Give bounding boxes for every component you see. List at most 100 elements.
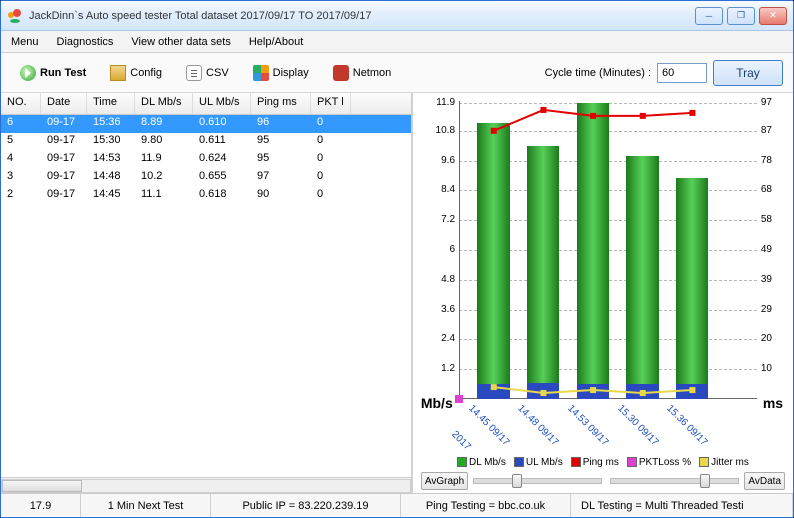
app-window: JackDinn`s Auto speed tester Total datas…	[0, 0, 794, 518]
menu-diagnostics[interactable]: Diagnostics	[57, 36, 114, 48]
cell-ping: 96	[251, 115, 311, 133]
cell-pkt: 0	[311, 133, 351, 151]
table-row[interactable]: 509-1715:309.800.611950	[1, 133, 411, 151]
col-time[interactable]: Time	[87, 93, 135, 114]
toolbar: Run Test Config CSV Display Netmon Cycle…	[1, 53, 793, 93]
avgraph-button[interactable]: AvGraph	[421, 472, 468, 490]
cell-date: 09-17	[41, 187, 87, 205]
legend-dl: DL Mb/s	[457, 457, 506, 468]
col-ul[interactable]: UL Mb/s	[193, 93, 251, 114]
slider-right-thumb[interactable]	[700, 474, 710, 488]
table-header: NO. Date Time DL Mb/s UL Mb/s Ping ms PK…	[1, 93, 411, 115]
bar-ul	[577, 384, 609, 399]
bar-dl	[477, 123, 509, 399]
cycle-time-input[interactable]	[657, 63, 707, 83]
minimize-button[interactable]: ─	[695, 7, 723, 25]
cell-ping: 97	[251, 169, 311, 187]
statusbar: 17.9 1 Min Next Test Public IP = 83.220.…	[1, 493, 793, 517]
slider-left[interactable]	[473, 478, 602, 484]
col-no[interactable]: NO.	[1, 93, 41, 114]
csv-button[interactable]: CSV	[177, 60, 238, 86]
config-button[interactable]: Config	[101, 60, 171, 86]
col-pkt[interactable]: PKT l	[311, 93, 351, 114]
cell-dl: 11.9	[135, 151, 193, 169]
cell-time: 15:30	[87, 133, 135, 151]
bar-ul	[527, 383, 559, 399]
chart-pane: 1.2102.4203.6294.8396497.2588.4689.67810…	[413, 93, 793, 493]
cell-ul: 0.610	[193, 115, 251, 133]
col-dl[interactable]: DL Mb/s	[135, 93, 193, 114]
maximize-button[interactable]: ❐	[727, 7, 755, 25]
cell-ul: 0.655	[193, 169, 251, 187]
cell-ul: 0.618	[193, 187, 251, 205]
cell-no: 4	[1, 151, 41, 169]
hscroll-thumb[interactable]	[2, 480, 82, 492]
csv-label: CSV	[206, 67, 229, 79]
netmon-label: Netmon	[353, 67, 392, 79]
bar-ul	[676, 384, 708, 399]
content: NO. Date Time DL Mb/s UL Mb/s Ping ms PK…	[1, 93, 793, 493]
cell-date: 09-17	[41, 169, 87, 187]
col-date[interactable]: Date	[41, 93, 87, 114]
cell-time: 15:36	[87, 115, 135, 133]
cycle-time-group: Cycle time (Minutes) :	[545, 63, 707, 83]
bar-ul	[477, 384, 509, 399]
menu-help-about[interactable]: Help/About	[249, 36, 303, 48]
table-hscroll[interactable]	[1, 477, 411, 493]
bar-ul	[626, 384, 658, 399]
cell-dl: 11.1	[135, 187, 193, 205]
cell-time: 14:48	[87, 169, 135, 187]
table-row[interactable]: 409-1714:5311.90.624950	[1, 151, 411, 169]
results-table-pane: NO. Date Time DL Mb/s UL Mb/s Ping ms PK…	[1, 93, 413, 493]
menu-view-other[interactable]: View other data sets	[131, 36, 230, 48]
table-row[interactable]: 609-1715:368.890.610960	[1, 115, 411, 133]
menu-menu[interactable]: Menu	[11, 36, 39, 48]
netmon-icon	[333, 65, 349, 81]
app-icon	[7, 8, 23, 24]
status-dl-testing: DL Testing = Multi Threaded Testi	[571, 494, 793, 517]
display-label: Display	[273, 67, 309, 79]
slider-right[interactable]	[610, 478, 739, 484]
legend-pkt: PKTLoss %	[627, 457, 691, 468]
col-ping[interactable]: Ping ms	[251, 93, 311, 114]
cell-ping: 95	[251, 151, 311, 169]
legend-ul: UL Mb/s	[514, 457, 563, 468]
cell-time: 14:53	[87, 151, 135, 169]
play-icon	[20, 65, 36, 81]
cell-no: 3	[1, 169, 41, 187]
run-test-button[interactable]: Run Test	[11, 60, 95, 86]
display-button[interactable]: Display	[244, 60, 318, 86]
cell-ping: 90	[251, 187, 311, 205]
tray-button[interactable]: Tray	[713, 60, 783, 86]
cell-pkt: 0	[311, 169, 351, 187]
csv-icon	[186, 65, 202, 81]
cell-pkt: 0	[311, 151, 351, 169]
window-title: JackDinn`s Auto speed tester Total datas…	[29, 10, 371, 22]
display-icon	[253, 65, 269, 81]
slider-left-thumb[interactable]	[512, 474, 522, 488]
close-button[interactable]: ✕	[759, 7, 787, 25]
table-row[interactable]: 209-1714:4511.10.618900	[1, 187, 411, 205]
cell-pkt: 0	[311, 187, 351, 205]
table-body[interactable]: 609-1715:368.890.610960509-1715:309.800.…	[1, 115, 411, 477]
bar-dl	[577, 103, 609, 399]
menubar: Menu Diagnostics View other data sets He…	[1, 31, 793, 53]
chart-area: 1.2102.4203.6294.8396497.2588.4689.67810…	[419, 97, 787, 453]
chart-sliders: AvGraph AvData	[419, 471, 787, 493]
netmon-button[interactable]: Netmon	[324, 60, 401, 86]
cell-dl: 9.80	[135, 133, 193, 151]
legend-ping: Ping ms	[571, 457, 619, 468]
cell-dl: 8.89	[135, 115, 193, 133]
status-next-test: 1 Min Next Test	[81, 494, 211, 517]
chart-legend: DL Mb/s UL Mb/s Ping ms PKTLoss % Jitter…	[419, 453, 787, 471]
cell-ul: 0.624	[193, 151, 251, 169]
table-row[interactable]: 309-1714:4810.20.655970	[1, 169, 411, 187]
hscroll-track[interactable]	[1, 479, 411, 493]
status-public-ip: Public IP = 83.220.239.19	[211, 494, 401, 517]
bar-dl	[626, 156, 658, 399]
legend-jitter: Jitter ms	[699, 457, 749, 468]
cell-no: 5	[1, 133, 41, 151]
status-ping-testing: Ping Testing = bbc.co.uk	[401, 494, 571, 517]
cell-no: 6	[1, 115, 41, 133]
avdata-button[interactable]: AvData	[744, 472, 785, 490]
